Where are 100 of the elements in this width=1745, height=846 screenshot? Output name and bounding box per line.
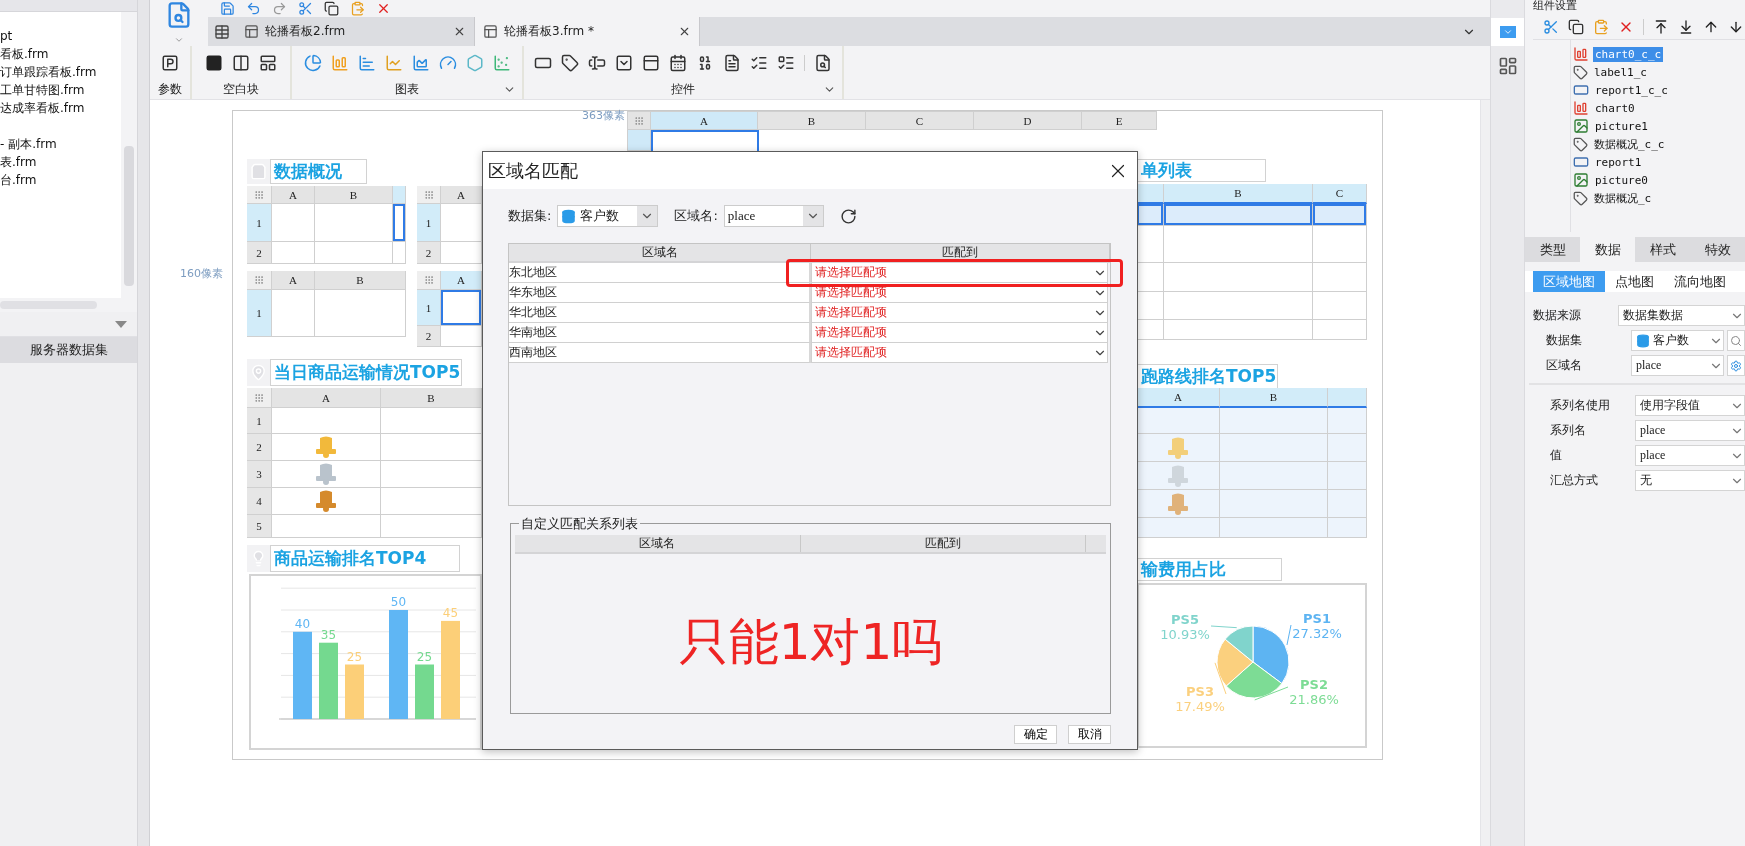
select-field[interactable]: 无 [1635,470,1745,491]
gauge-icon[interactable] [438,54,457,72]
select-field[interactable]: place [1635,445,1745,466]
column-header[interactable]: B [315,271,406,290]
match-select[interactable]: 请选择匹配项 [811,283,1108,303]
preview-icon[interactable] [814,54,832,72]
column-header[interactable]: B [1164,184,1313,204]
column-header[interactable]: B [758,111,866,130]
copy-icon[interactable] [324,1,339,16]
match-select[interactable]: 请选择匹配项 [811,263,1108,283]
column-header[interactable]: B [381,388,482,408]
file-item[interactable]: - 副本.frm [0,135,121,153]
column-header[interactable]: A [441,271,482,290]
column-header[interactable]: E [1082,111,1157,130]
frame-icon[interactable] [642,54,660,72]
file-item[interactable]: 看板.frm [0,45,121,63]
match-select[interactable]: 请选择匹配项 [811,343,1108,363]
row-header[interactable]: 2 [247,434,272,461]
match-select[interactable]: 请选择匹配项 [811,323,1108,343]
file-item[interactable]: 工单甘特图.frm [0,81,121,99]
tree-item[interactable]: 数据概况_c_c [1592,135,1667,153]
search-button[interactable] [1727,330,1745,351]
row-header[interactable]: 4 [247,488,272,515]
split-block-icon[interactable] [232,54,250,72]
calendar-icon[interactable] [669,54,687,72]
panel-tab[interactable]: 数据 [1580,237,1635,262]
checkbox-list-icon[interactable] [777,54,795,72]
bar-chart-icon[interactable] [357,54,376,72]
row-header[interactable]: 1 [247,204,272,242]
text-area-icon[interactable] [723,54,741,72]
cut-icon[interactable] [1543,18,1559,35]
select-field[interactable]: 数据集数据 [1618,305,1745,326]
area-chart-icon[interactable] [411,54,430,72]
column-header[interactable]: A [441,186,482,204]
file-item[interactable]: 达成率看板.frm [0,99,121,117]
column-header[interactable] [1328,388,1367,408]
row-header[interactable]: 1 [417,290,441,326]
label-widget-icon[interactable] [561,54,579,72]
column-header[interactable]: A [272,271,315,290]
move-top-icon[interactable] [1653,18,1669,35]
column-header[interactable]: A [272,186,315,204]
caret-icon[interactable] [115,320,127,328]
tree-item[interactable]: 数据概况_c [1592,189,1654,207]
file-item[interactable]: 订单跟踪看板.frm [0,63,121,81]
parameter-icon[interactable] [161,54,179,72]
table-icon[interactable] [214,23,230,40]
scatter-chart-icon[interactable] [492,54,511,72]
column-header[interactable] [1137,184,1164,204]
block-icon[interactable] [205,54,223,72]
server-dataset-button[interactable]: 服务器数据集 [0,337,137,363]
scrollbar[interactable] [124,146,134,286]
file-item[interactable]: 表.frm [0,153,121,171]
editor-tab[interactable]: 轮播看板3.frm * [475,17,700,46]
column-header[interactable]: A [1137,388,1220,408]
column-header[interactable]: B [1220,388,1328,408]
layout-icon[interactable] [1497,56,1518,76]
save-icon[interactable] [220,1,235,16]
move-bottom-icon[interactable] [1678,18,1694,35]
undo-icon[interactable] [246,1,261,16]
panel-block-icon[interactable] [259,54,277,72]
tree-item[interactable]: label1_c [1592,64,1649,80]
refresh-icon[interactable] [839,207,857,225]
row-header[interactable]: 3 [247,461,272,488]
tree-item[interactable]: report1 [1593,154,1644,170]
close-icon[interactable] [678,25,691,38]
row-header[interactable]: 2 [417,326,441,347]
settings-button[interactable] [1727,355,1745,376]
pie-chart-icon[interactable] [303,54,322,72]
file-item[interactable]: 台.frm [0,171,121,189]
row-header[interactable]: 2 [417,242,441,264]
row-header[interactable]: 1 [247,290,272,337]
column-header[interactable]: A [272,388,381,408]
region-select[interactable]: place [1631,355,1724,376]
close-icon[interactable] [453,25,466,38]
panel-toggle[interactable] [1490,18,1525,46]
column-header[interactable]: D [974,111,1082,130]
text-field-icon[interactable] [588,54,606,72]
radio-list-icon[interactable] [750,54,768,72]
cut-icon[interactable] [298,1,313,16]
ok-button[interactable]: 确定 [1014,725,1057,744]
column-header[interactable]: C [866,111,974,130]
dataset-select[interactable]: 客户数 [557,205,659,227]
copy-icon[interactable] [1568,18,1584,35]
column-header[interactable]: B [315,186,393,204]
dropdown-icon[interactable] [615,54,633,72]
delete-icon[interactable] [376,1,391,16]
tree-item[interactable]: picture0 [1593,172,1650,188]
region-select[interactable]: place [723,205,824,227]
tree-item[interactable]: report1_c_c [1593,82,1670,98]
match-select[interactable]: 请选择匹配项 [811,303,1108,323]
tree-item[interactable]: picture1 [1593,118,1650,134]
column-header[interactable]: C [1313,184,1367,204]
file-item[interactable]: pt [0,27,121,45]
dataset-select[interactable]: 客户数 [1631,330,1724,351]
select-field[interactable]: place [1635,420,1745,441]
row-header[interactable]: 2 [247,242,272,264]
cancel-button[interactable]: 取消 [1068,725,1111,744]
row-header[interactable]: 1 [417,204,441,242]
tree-item[interactable]: chart0 [1593,100,1637,116]
row-header[interactable]: 5 [247,515,272,538]
